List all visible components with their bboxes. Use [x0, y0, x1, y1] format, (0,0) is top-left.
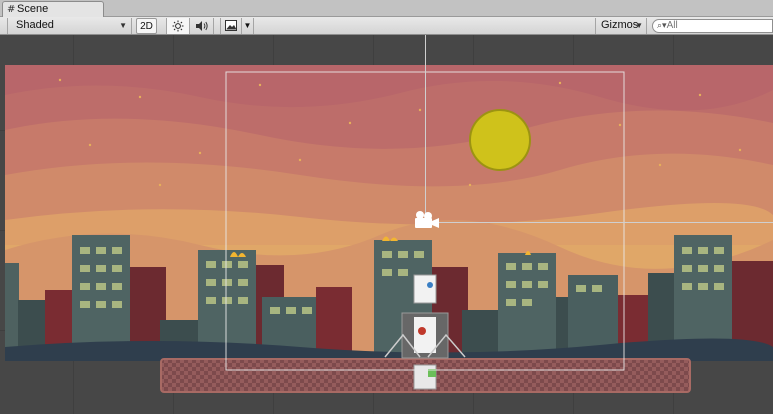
- grid-icon: #: [7, 4, 16, 15]
- search-placeholder: All: [666, 20, 678, 31]
- dropdown-arrow-icon: ▼: [119, 21, 127, 30]
- scene-toolbar: Shaded ▼ 2D ▼ Gizmos ▼ ⌕▾All: [0, 17, 773, 35]
- background-sprite[interactable]: [5, 65, 773, 361]
- sun-sprite[interactable]: [469, 109, 531, 171]
- scene-viewport[interactable]: [0, 35, 773, 414]
- search-input[interactable]: ⌕▾All: [652, 19, 773, 33]
- scene-window: # Scene Shaded ▼ 2D ▼ Gizmos ▼ ⌕▾All: [0, 0, 773, 414]
- tab-scene-label: Scene: [17, 3, 49, 15]
- sun-icon[interactable]: [166, 18, 190, 34]
- gizmos-dropdown[interactable]: Gizmos ▼: [595, 18, 647, 34]
- effects-dropdown-arrow-icon[interactable]: ▼: [242, 18, 254, 34]
- dropdown-arrow-icon: ▼: [635, 21, 643, 30]
- search-icon: ⌕▾: [657, 21, 667, 31]
- tab-scene[interactable]: # Scene: [2, 1, 104, 18]
- speaker-icon[interactable]: [190, 18, 214, 34]
- image-icon[interactable]: [220, 18, 242, 34]
- shading-mode-dropdown[interactable]: Shaded ▼: [7, 18, 132, 34]
- scene-canvas: [5, 35, 773, 393]
- shading-mode-label: Shaded: [16, 19, 54, 31]
- toggle-2d-button[interactable]: 2D: [136, 18, 157, 34]
- tab-strip: # Scene: [0, 0, 773, 18]
- gizmos-label: Gizmos: [601, 19, 639, 31]
